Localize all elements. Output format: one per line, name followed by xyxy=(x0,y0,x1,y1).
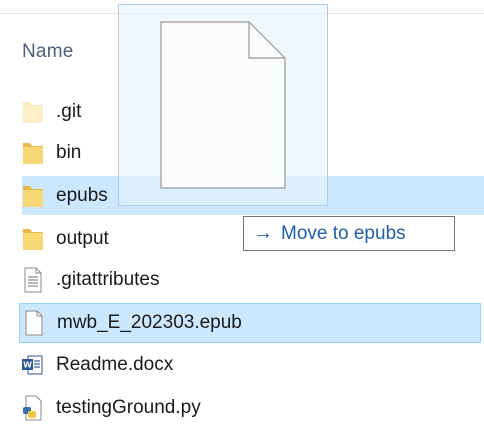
file-name: .gitattributes xyxy=(56,268,160,290)
word-doc-icon: W xyxy=(22,352,44,378)
list-item[interactable]: .gitattributes xyxy=(22,260,484,299)
svg-text:W: W xyxy=(23,360,32,369)
list-item[interactable]: testingGround.py xyxy=(22,388,484,427)
folder-icon xyxy=(22,140,44,166)
file-name: output xyxy=(56,227,109,249)
file-name: bin xyxy=(56,141,82,163)
name-column-header[interactable]: Name xyxy=(22,41,73,63)
folder-icon xyxy=(22,183,44,209)
drop-action-text: Move to epubs xyxy=(281,222,406,244)
folder-icon xyxy=(22,226,44,252)
file-name: testingGround.py xyxy=(56,396,201,418)
file-name: Readme.docx xyxy=(56,353,174,375)
file-name: mwb_E_202303.epub xyxy=(57,312,242,333)
drag-ghost-preview xyxy=(118,4,328,206)
blank-file-icon xyxy=(23,310,45,336)
list-item[interactable]: W Readme.docx xyxy=(22,345,484,384)
file-name: .git xyxy=(56,100,82,122)
dragged-file-icon xyxy=(159,20,287,195)
list-item-selected[interactable]: mwb_E_202303.epub xyxy=(19,303,481,343)
python-file-icon xyxy=(22,395,44,421)
arrow-right-icon: → xyxy=(253,222,273,244)
file-name: epubs xyxy=(56,184,108,206)
folder-light-icon xyxy=(22,99,44,125)
text-file-icon xyxy=(22,267,44,293)
drop-action-tooltip: → Move to epubs xyxy=(243,216,455,251)
